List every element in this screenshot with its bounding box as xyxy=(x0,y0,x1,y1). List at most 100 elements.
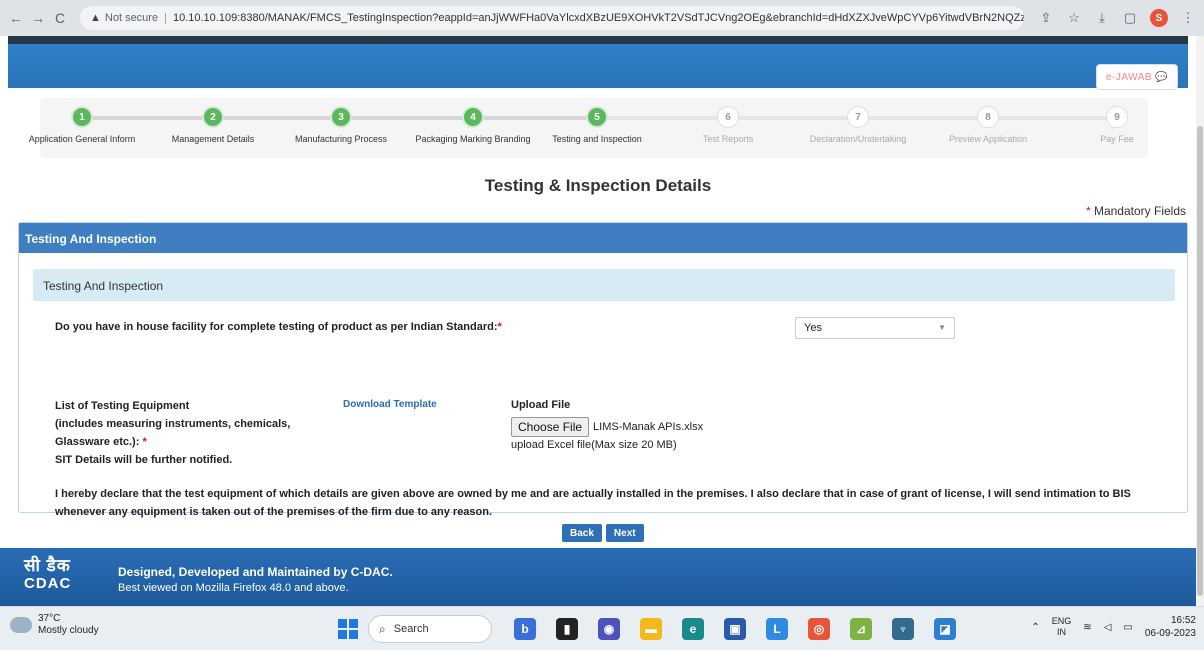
mandatory-text: Mandatory Fields xyxy=(1093,204,1186,218)
step-label: Pay Fee xyxy=(1100,134,1134,144)
step-label: Test Reports xyxy=(702,134,754,144)
security-status: Not secure xyxy=(104,12,159,24)
chat-app-icon[interactable]: ◉ xyxy=(598,618,620,640)
taskbar-search[interactable]: ⌕ Search xyxy=(368,615,492,643)
step-number: 6 xyxy=(717,106,739,128)
step-1[interactable]: 1 Application General Inform xyxy=(17,106,147,144)
step-label: Declaration/Undertaking xyxy=(809,134,907,144)
app-l-icon[interactable]: L xyxy=(766,618,788,640)
store-icon[interactable]: ▣ xyxy=(724,618,746,640)
sheet-app-icon[interactable]: ⊿ xyxy=(850,618,872,640)
step-label: Packaging Marking Branding xyxy=(415,134,531,144)
lang-secondary: IN xyxy=(1057,627,1067,637)
testing-panel: Testing And Inspection Testing And Inspe… xyxy=(18,222,1188,518)
reload-icon[interactable]: C xyxy=(52,10,68,26)
cdac-logo: सी डैक CDAC xyxy=(24,556,88,594)
question-text: Do you have in house facility for comple… xyxy=(55,321,498,333)
volume-icon[interactable]: ◁ xyxy=(1104,622,1112,633)
panel-heading: Testing And Inspection xyxy=(19,223,1187,253)
scrollbar-thumb[interactable] xyxy=(1197,126,1203,596)
step-label: Preview Application xyxy=(948,134,1028,144)
wifi-icon[interactable]: ≋ xyxy=(1083,622,1091,633)
back-button[interactable]: Back xyxy=(562,524,602,542)
choose-file-button[interactable]: Choose File xyxy=(511,417,590,437)
temperature: 37°C xyxy=(38,613,61,624)
in-house-question: Do you have in house facility for comple… xyxy=(55,321,502,333)
step-8[interactable]: 8 Preview Application xyxy=(923,106,1053,144)
step-number: 1 xyxy=(71,106,93,128)
step-label: Testing and Inspection xyxy=(552,134,642,144)
step-3[interactable]: 3 Manufacturing Process xyxy=(276,106,406,144)
lang-primary: ENG xyxy=(1051,616,1072,626)
site-header: e-JAWAB 💬 xyxy=(8,44,1188,90)
in-house-facility-select[interactable]: Yes ▼ xyxy=(795,317,955,339)
bing-icon[interactable]: b xyxy=(514,618,536,640)
windows-taskbar: 37°C Mostly cloudy ⌕ Search b ▮ ◉ ▬ e ▣ … xyxy=(0,606,1204,650)
task-view-icon[interactable]: ▮ xyxy=(556,618,578,640)
language-indicator[interactable]: ENG IN xyxy=(1052,616,1072,638)
chrome-icon[interactable]: ◎ xyxy=(808,618,830,640)
back-arrow-icon[interactable]: ← xyxy=(8,10,24,26)
mandatory-note: * Mandatory Fields xyxy=(1086,204,1186,218)
file-explorer-icon[interactable]: ▬ xyxy=(640,618,662,640)
share-icon[interactable]: ⇪ xyxy=(1038,10,1054,26)
search-label: Search xyxy=(393,623,429,635)
equipment-line-4: SIT Details will be further notified. xyxy=(55,454,233,466)
page-title: Testing & Inspection Details xyxy=(484,176,712,195)
step-7[interactable]: 7 Declaration/Undertaking xyxy=(793,106,923,144)
more-menu-icon[interactable]: ⋮ xyxy=(1180,10,1196,26)
step-5[interactable]: 5 Testing and Inspection xyxy=(532,106,662,144)
step-9[interactable]: 9 Pay Fee xyxy=(1052,106,1182,144)
address-separator: | xyxy=(164,12,167,24)
file-input[interactable]: Choose File LIMS-Manak APIs.xlsx xyxy=(511,417,703,437)
upload-file-label: Upload File xyxy=(511,399,571,411)
weather-widget[interactable]: 37°C Mostly cloudy xyxy=(10,613,99,637)
next-button[interactable]: Next xyxy=(605,524,644,542)
step-6[interactable]: 6 Test Reports xyxy=(663,106,793,144)
equipment-line-3: Glassware etc.): xyxy=(55,436,140,448)
forward-arrow-icon[interactable]: → xyxy=(30,10,46,26)
step-label: Manufacturing Process xyxy=(294,134,388,144)
system-tray: ⌃ ENG IN ≋ ◁ ▭ 16:52 06-09-2023 xyxy=(1031,614,1196,640)
header-top-strip xyxy=(8,36,1188,44)
bookmark-star-icon[interactable]: ☆ xyxy=(1066,10,1082,26)
time: 16:52 xyxy=(1170,615,1196,626)
ejawab-button[interactable]: e-JAWAB 💬 xyxy=(1096,64,1178,90)
photos-icon[interactable]: ◪ xyxy=(934,618,956,640)
form-actions: Back Next xyxy=(562,524,644,542)
step-2[interactable]: 2 Management Details xyxy=(148,106,278,144)
select-value: Yes xyxy=(804,322,822,334)
edge-icon[interactable]: e xyxy=(682,618,704,640)
inner-panel-heading: Testing And Inspection xyxy=(33,269,1175,301)
step-number: 2 xyxy=(202,106,224,128)
address-bar[interactable]: ▲ Not secure | 10.10.10.109:8380/MANAK/F… xyxy=(80,6,1024,30)
footer-credit: Designed, Developed and Maintained by C-… xyxy=(118,565,393,579)
step-number: 8 xyxy=(977,106,999,128)
postgres-icon[interactable]: ♆ xyxy=(892,618,914,640)
profile-avatar[interactable]: S xyxy=(1150,9,1168,27)
windows-start-icon[interactable] xyxy=(338,619,358,639)
warning-icon: ▲ xyxy=(90,12,101,24)
step-number: 7 xyxy=(847,106,869,128)
url-text: 10.10.10.109:8380/MANAK/FMCS_TestingInsp… xyxy=(172,12,1024,24)
testing-inner-panel: Testing And Inspection Do you have in ho… xyxy=(33,269,1175,518)
page-scrollbar[interactable] xyxy=(1196,36,1204,606)
step-4[interactable]: 4 Packaging Marking Branding xyxy=(408,106,538,144)
step-label: Application General Inform xyxy=(28,134,136,144)
browser-toolbar: ← → C ▲ Not secure | 10.10.10.109:8380/M… xyxy=(0,0,1204,36)
required-star: * xyxy=(142,436,147,448)
dropdown-caret-icon: ▼ xyxy=(938,323,946,332)
required-star: * xyxy=(497,321,502,333)
clock[interactable]: 16:52 06-09-2023 xyxy=(1145,614,1196,640)
download-template-link[interactable]: Download Template xyxy=(343,399,437,410)
step-number: 3 xyxy=(330,106,352,128)
battery-icon[interactable]: ▭ xyxy=(1123,622,1132,633)
download-icon[interactable]: ⤓ xyxy=(1094,10,1110,26)
chevron-up-icon[interactable]: ⌃ xyxy=(1031,622,1039,633)
step-label: Management Details xyxy=(171,134,255,144)
window-icon[interactable]: ▢ xyxy=(1122,10,1138,26)
taskbar-apps: ⌕ Search b ▮ ◉ ▬ e ▣ L ◎ ⊿ ♆ ◪ xyxy=(338,615,966,643)
search-icon: ⌕ xyxy=(379,621,386,636)
step-number: 5 xyxy=(586,106,608,128)
ejawab-label: e-JAWAB xyxy=(1105,71,1153,83)
